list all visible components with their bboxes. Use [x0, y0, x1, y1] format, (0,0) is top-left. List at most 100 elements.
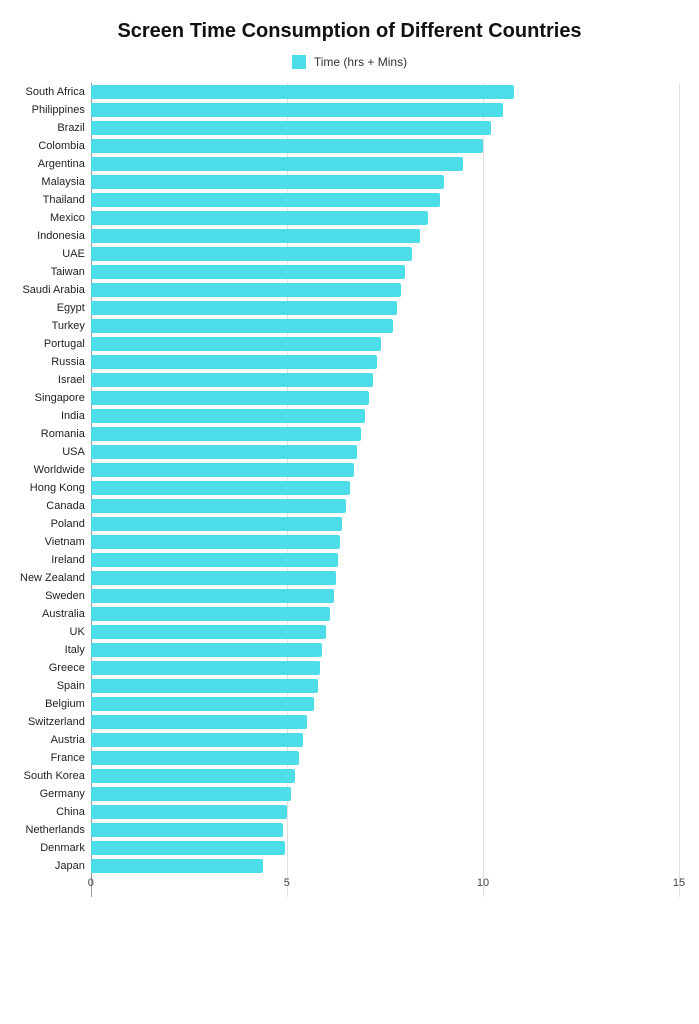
y-label: Saudi Arabia	[22, 281, 84, 299]
x-tick-label: 5	[284, 877, 290, 889]
bar	[91, 283, 401, 297]
y-label: Vietnam	[45, 533, 85, 551]
bar	[91, 841, 285, 855]
y-label: Colombia	[38, 137, 84, 155]
bar-row	[91, 569, 679, 587]
y-label: Austria	[51, 731, 85, 749]
bar	[91, 823, 283, 837]
chart-area: South AfricaPhilippinesBrazilColombiaArg…	[20, 83, 679, 897]
bar-row	[91, 119, 679, 137]
y-label: Russia	[51, 353, 85, 371]
y-label: Mexico	[50, 209, 85, 227]
bar-row	[91, 101, 679, 119]
y-label: South Korea	[24, 767, 85, 785]
bar	[91, 211, 428, 225]
bar-row	[91, 713, 679, 731]
bar	[91, 391, 369, 405]
y-label: Romania	[41, 425, 85, 443]
bar	[91, 337, 381, 351]
y-label: India	[61, 407, 85, 425]
bar	[91, 589, 334, 603]
bar-row	[91, 425, 679, 443]
grid-line	[679, 83, 680, 897]
bar	[91, 517, 342, 531]
bar-row	[91, 137, 679, 155]
y-label: Belgium	[45, 695, 85, 713]
bar-row	[91, 497, 679, 515]
y-label: Australia	[42, 605, 85, 623]
bar	[91, 679, 318, 693]
bar-row	[91, 731, 679, 749]
y-label: Sweden	[45, 587, 85, 605]
y-label: Thailand	[43, 191, 85, 209]
bar-row	[91, 407, 679, 425]
bar	[91, 625, 326, 639]
bar	[91, 859, 264, 873]
y-label: Poland	[51, 515, 85, 533]
bar-row	[91, 389, 679, 407]
bar	[91, 805, 287, 819]
y-label: Switzerland	[28, 713, 85, 731]
bar-row	[91, 803, 679, 821]
bar-row	[91, 767, 679, 785]
bar-row	[91, 263, 679, 281]
y-axis-labels: South AfricaPhilippinesBrazilColombiaArg…	[20, 83, 91, 897]
bar-row	[91, 209, 679, 227]
bar	[91, 499, 346, 513]
bar-row	[91, 533, 679, 551]
bar-row	[91, 839, 679, 857]
bar	[91, 715, 307, 729]
bar	[91, 607, 330, 621]
bar-row	[91, 461, 679, 479]
bar	[91, 697, 315, 711]
bar	[91, 643, 322, 657]
y-label: France	[51, 749, 85, 767]
bar	[91, 445, 358, 459]
bar-row	[91, 479, 679, 497]
y-label: Spain	[57, 677, 85, 695]
legend-color-box	[292, 55, 306, 69]
bar	[91, 535, 340, 549]
y-label: Ireland	[51, 551, 85, 569]
bar	[91, 769, 295, 783]
y-label: UK	[70, 623, 85, 641]
y-label: New Zealand	[20, 569, 85, 587]
y-label: Brazil	[57, 119, 85, 137]
bar	[91, 787, 291, 801]
x-tick-label: 15	[673, 877, 685, 889]
y-label: South Africa	[26, 83, 85, 101]
bar-row	[91, 317, 679, 335]
bar	[91, 265, 405, 279]
y-label: Worldwide	[34, 461, 85, 479]
y-label: Canada	[46, 497, 85, 515]
bar	[91, 463, 354, 477]
bar-row	[91, 659, 679, 677]
y-label: Germany	[40, 785, 85, 803]
legend-label: Time (hrs + Mins)	[314, 55, 407, 69]
bars-container	[91, 83, 679, 875]
bar-row	[91, 551, 679, 569]
y-label: Portugal	[44, 335, 85, 353]
bar-row	[91, 191, 679, 209]
bar	[91, 229, 420, 243]
y-label: Japan	[55, 857, 85, 875]
bar-row	[91, 821, 679, 839]
bar-row	[91, 785, 679, 803]
bar-row	[91, 155, 679, 173]
bar-row	[91, 857, 679, 875]
bar-row	[91, 641, 679, 659]
chart-legend: Time (hrs + Mins)	[20, 55, 679, 69]
bar	[91, 85, 514, 99]
bars-section: 051015	[91, 83, 679, 897]
bar-row	[91, 371, 679, 389]
bar-row	[91, 353, 679, 371]
bar	[91, 355, 377, 369]
bar-row	[91, 173, 679, 191]
bar	[91, 301, 397, 315]
bar-row	[91, 299, 679, 317]
bar	[91, 193, 440, 207]
x-axis: 051015	[91, 877, 679, 897]
bar	[91, 121, 491, 135]
bar	[91, 751, 299, 765]
y-label: Singapore	[35, 389, 85, 407]
